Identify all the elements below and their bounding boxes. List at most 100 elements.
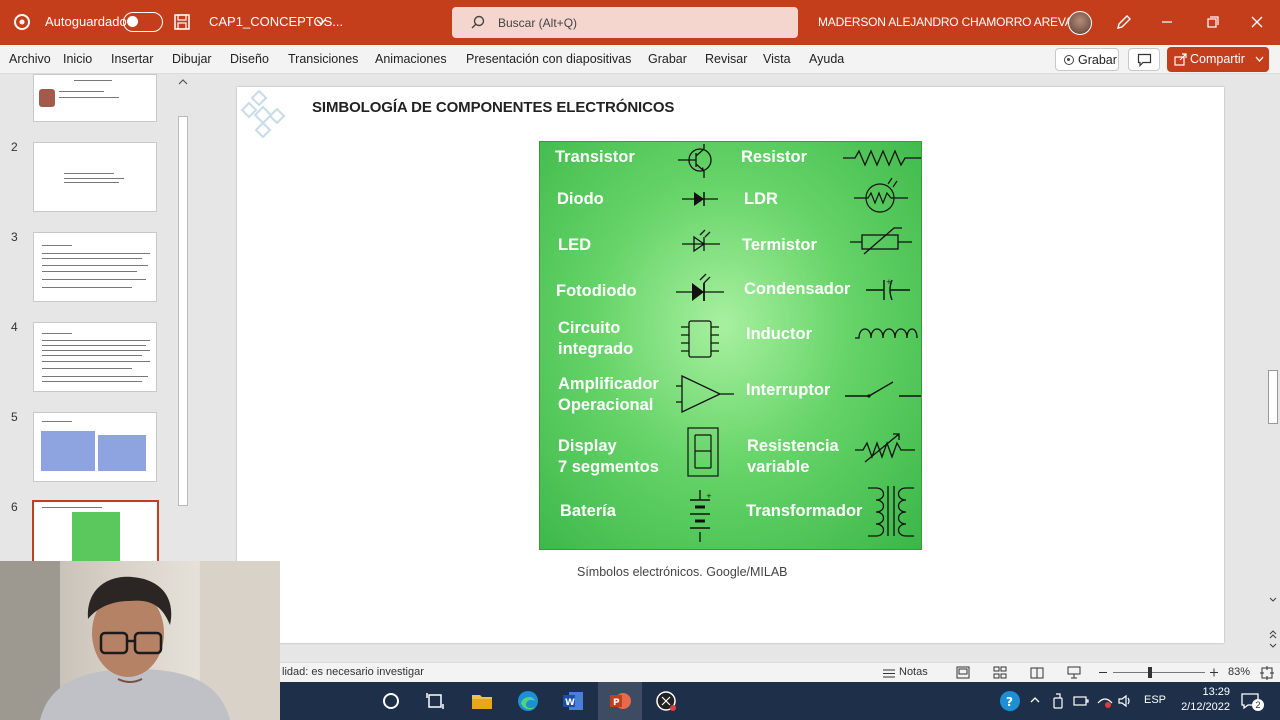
svg-text:W: W <box>565 698 575 708</box>
slide-scrollbar[interactable] <box>1266 74 1280 662</box>
avatar[interactable] <box>1068 11 1092 35</box>
network-icon[interactable] <box>1096 693 1114 709</box>
clock-date: 2/12/2022 <box>1181 701 1230 713</box>
transistor-symbol-icon <box>678 144 712 178</box>
scroll-up-icon[interactable] <box>176 76 190 88</box>
label-resistencia-variable: Resistencia variable <box>747 437 839 476</box>
title-bar: Autoguardado CAP1_CONCEPTOS... Buscar (A… <box>0 0 1280 45</box>
copilot-app-icon[interactable] <box>12 12 32 32</box>
share-button-label: Compartir <box>1190 52 1245 66</box>
label-interruptor: Interruptor <box>746 381 831 399</box>
slide-canvas[interactable]: SIMBOLOGÍA DE COMPONENTES ELECTRÓNICOS T… <box>237 87 1224 643</box>
normal-view-icon[interactable] <box>956 666 970 679</box>
powerpoint-icon[interactable]: P <box>607 688 633 714</box>
tab-inicio[interactable]: Inicio <box>63 52 92 66</box>
fit-slide-icon[interactable] <box>1260 666 1274 680</box>
slide-sorter-icon[interactable] <box>993 666 1007 679</box>
word-icon[interactable]: W <box>560 688 586 714</box>
label-resistor: Resistor <box>741 148 808 166</box>
pen-icon[interactable] <box>1115 13 1133 31</box>
label-display-7-segmentos: Display 7 segmentos <box>558 437 659 476</box>
chevron-up-icon[interactable] <box>1029 695 1041 705</box>
restore-icon[interactable] <box>1202 12 1222 32</box>
thumbnail-photo <box>39 89 55 107</box>
accessibility-status[interactable]: lidad: es necesario investigar <box>282 666 424 678</box>
battery-symbol-icon: + <box>690 490 712 542</box>
tab-transiciones[interactable]: Transiciones <box>288 52 358 66</box>
battery-icon[interactable] <box>1073 694 1089 708</box>
slide-thumbnail[interactable] <box>33 232 157 302</box>
zoom-slider-knob[interactable] <box>1148 667 1152 678</box>
label-transformador: Transformador <box>746 502 863 520</box>
svg-text:+: + <box>886 278 892 286</box>
scrollbar-thumb[interactable] <box>178 116 188 506</box>
zoom-out-icon[interactable] <box>1098 668 1108 677</box>
label-fotodiodo: Fotodiodo <box>556 282 637 300</box>
record-button[interactable]: Grabar <box>1055 48 1119 71</box>
reading-view-icon[interactable] <box>1030 666 1044 679</box>
save-icon[interactable] <box>173 13 191 31</box>
slide-number: 4 <box>11 320 18 334</box>
diamond-decoration <box>240 89 286 139</box>
search-icon <box>471 15 485 29</box>
autosave-toggle[interactable] <box>123 12 163 32</box>
task-view-icon[interactable] <box>422 688 448 714</box>
switch-symbol-icon <box>845 381 921 398</box>
volume-icon[interactable] <box>1117 693 1133 709</box>
close-icon[interactable] <box>1247 12 1267 32</box>
slide-thumbnail[interactable] <box>33 322 157 392</box>
scroll-buttons-icon[interactable] <box>1268 594 1278 650</box>
share-icon <box>1174 53 1187 66</box>
slideshow-icon[interactable] <box>1067 666 1081 679</box>
thumbnail-scrollbar[interactable] <box>176 74 190 514</box>
image-caption: Símbolos electrónicos. Google/MILAB <box>577 565 788 579</box>
record-icon <box>1064 55 1074 65</box>
comments-button[interactable] <box>1128 48 1160 71</box>
chevron-down-icon[interactable] <box>315 16 327 28</box>
notes-label: Notas <box>899 666 928 678</box>
search-box[interactable]: Buscar (Alt+Q) <box>452 7 798 38</box>
svg-text:P: P <box>613 698 620 708</box>
recorder-icon[interactable] <box>653 688 679 714</box>
thumbnail-image <box>72 512 120 564</box>
zoom-slider[interactable] <box>1113 672 1205 673</box>
minimize-icon[interactable] <box>1157 12 1177 32</box>
scrollbar-thumb[interactable] <box>1268 370 1278 424</box>
led-symbol-icon <box>682 229 720 253</box>
label-termistor: Termistor <box>742 236 817 254</box>
ribbon-tabs: Archivo Inicio Insertar Dibujar Diseño T… <box>0 45 1280 74</box>
edge-icon[interactable] <box>515 688 541 714</box>
slide-thumbnail[interactable] <box>33 142 157 212</box>
language-indicator[interactable]: ESP <box>1144 694 1166 706</box>
user-name[interactable]: MADERSON ALEJANDRO CHAMORRO AREVALO <box>818 15 1088 29</box>
zoom-in-icon[interactable] <box>1209 668 1219 677</box>
cortana-icon[interactable] <box>378 688 404 714</box>
resistor-symbol-icon <box>843 149 921 167</box>
tab-archivo[interactable]: Archivo <box>9 52 51 66</box>
slide-thumbnail[interactable] <box>33 412 157 482</box>
clock[interactable]: 13:29 2/12/2022 <box>1170 685 1230 715</box>
tab-grabar[interactable]: Grabar <box>648 52 687 66</box>
tab-ayuda[interactable]: Ayuda <box>809 52 844 66</box>
help-icon[interactable]: ? <box>999 690 1021 712</box>
zoom-level[interactable]: 83% <box>1228 666 1250 678</box>
tab-revisar[interactable]: Revisar <box>705 52 747 66</box>
label-bateria: Batería <box>560 502 616 520</box>
presenter-video <box>0 561 280 720</box>
slide-number: 3 <box>11 230 18 244</box>
file-explorer-icon[interactable] <box>469 688 495 714</box>
tab-dibujar[interactable]: Dibujar <box>172 52 212 66</box>
share-button[interactable]: Compartir <box>1167 47 1269 72</box>
tab-animaciones[interactable]: Animaciones <box>375 52 447 66</box>
clock-time: 13:29 <box>1202 686 1230 698</box>
slide-thumbnail[interactable] <box>33 74 157 122</box>
slide-number: 6 <box>11 500 18 514</box>
tab-diseno[interactable]: Diseño <box>230 52 269 66</box>
inductor-symbol-icon <box>855 328 918 339</box>
label-ldr: LDR <box>744 190 778 208</box>
usb-icon[interactable] <box>1051 693 1065 709</box>
tab-vista[interactable]: Vista <box>763 52 791 66</box>
tab-insertar[interactable]: Insertar <box>111 52 153 66</box>
tab-presentacion[interactable]: Presentación con diapositivas <box>466 52 631 66</box>
thermistor-symbol-icon <box>850 227 912 255</box>
